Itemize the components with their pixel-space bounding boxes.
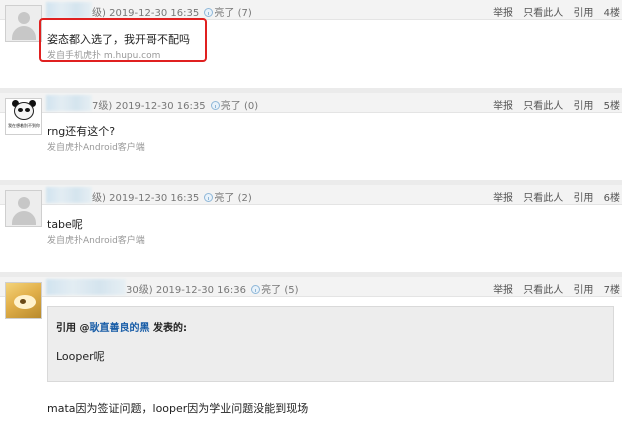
light-count: (5)	[284, 285, 299, 296]
post-content: tabe呢	[47, 218, 83, 231]
post-header: 级) 2019-12-30 16:35 亮了 (7) 举报 只看此人 引用 4楼	[0, 0, 622, 20]
quote-link[interactable]: 引用	[573, 8, 593, 19]
light-count: (0)	[243, 101, 259, 112]
username-blurred[interactable]	[46, 2, 92, 18]
post-source[interactable]: 发自虎扑Android客户端	[47, 233, 145, 246]
user-level: 级)	[92, 193, 106, 204]
default-avatar-icon[interactable]	[5, 190, 42, 227]
post-actions: 举报 只看此人 引用 6楼	[486, 189, 620, 204]
post-meta: 级) 2019-12-30 16:35 亮了 (7)	[92, 4, 252, 19]
avatar-caption: 我在想着别不到你	[8, 123, 40, 128]
report-link[interactable]: 举报	[493, 285, 513, 296]
light-icon[interactable]	[204, 193, 214, 202]
report-link[interactable]: 举报	[493, 101, 513, 112]
quote-header: 引用 @耿直善良的黑 发表的:	[56, 319, 187, 334]
floor-number: 6楼	[603, 193, 620, 204]
light-icon[interactable]	[210, 101, 220, 110]
quote-link[interactable]: 引用	[573, 285, 593, 296]
light-button[interactable]: 亮了	[214, 8, 234, 19]
only-this-user-link[interactable]: 只看此人	[523, 101, 563, 112]
quote-prefix: 引用 @	[56, 323, 90, 334]
post-content: rng还有这个?	[47, 125, 116, 138]
user-level: 30级)	[126, 285, 153, 296]
post-meta: 级) 2019-12-30 16:35 亮了 (2)	[92, 189, 252, 204]
post-source[interactable]: 发自虎扑Android客户端	[47, 140, 145, 153]
light-button[interactable]: 亮了	[261, 285, 281, 296]
quote-suffix: 发表的:	[149, 323, 187, 334]
post-floor-4: 级) 2019-12-30 16:35 亮了 (7) 举报 只看此人 引用 4楼…	[0, 0, 622, 93]
post-date: 2019-12-30 16:35	[109, 193, 200, 204]
post-actions: 举报 只看此人 引用 4楼	[486, 4, 620, 19]
post-header: 级) 2019-12-30 16:35 亮了 (2) 举报 只看此人 引用 6楼	[0, 185, 622, 205]
light-count: (7)	[237, 8, 252, 19]
post-meta: 7级) 2019-12-30 16:35 亮了 (0)	[92, 97, 258, 112]
only-this-user-link[interactable]: 只看此人	[523, 193, 563, 204]
username-blurred[interactable]	[46, 279, 126, 295]
floor-number: 4楼	[603, 8, 620, 19]
light-count: (2)	[237, 193, 252, 204]
floor-number: 7楼	[603, 285, 620, 296]
post-date: 2019-12-30 16:35	[115, 101, 206, 112]
floor-number: 5楼	[603, 101, 620, 112]
light-button[interactable]: 亮了	[221, 101, 241, 112]
light-icon[interactable]	[204, 8, 214, 17]
highlight-box	[39, 18, 207, 62]
post-date: 2019-12-30 16:36	[155, 285, 246, 296]
post-floor-5: 7级) 2019-12-30 16:35 亮了 (0) 举报 只看此人 引用 5…	[0, 93, 622, 183]
username-blurred[interactable]	[46, 95, 92, 111]
post-actions: 举报 只看此人 引用 5楼	[486, 97, 620, 112]
post-content: mata因为签证问题，looper因为学业问题没能到现场	[47, 402, 309, 415]
post-meta: 30级) 2019-12-30 16:36 亮了 (5)	[126, 281, 299, 296]
quote-block: 引用 @耿直善良的黑 发表的: Looper呢	[47, 306, 614, 382]
quote-body: Looper呢	[56, 350, 105, 363]
quote-link[interactable]: 引用	[573, 193, 593, 204]
light-icon[interactable]	[251, 285, 261, 294]
post-floor-6: 级) 2019-12-30 16:35 亮了 (2) 举报 只看此人 引用 6楼…	[0, 185, 622, 275]
username-blurred[interactable]	[46, 187, 92, 203]
report-link[interactable]: 举报	[493, 8, 513, 19]
post-header: 30级) 2019-12-30 16:36 亮了 (5) 举报 只看此人 引用 …	[0, 277, 622, 297]
post-actions: 举报 只看此人 引用 7楼	[486, 281, 620, 296]
quote-link[interactable]: 引用	[573, 101, 593, 112]
only-this-user-link[interactable]: 只看此人	[523, 8, 563, 19]
quoted-user-link[interactable]: 耿直善良的黑	[89, 323, 149, 334]
only-this-user-link[interactable]: 只看此人	[523, 285, 563, 296]
post-header: 7级) 2019-12-30 16:35 亮了 (0) 举报 只看此人 引用 5…	[0, 93, 622, 113]
report-link[interactable]: 举报	[493, 193, 513, 204]
panda-meme-avatar-icon[interactable]: 我在想着别不到你	[5, 98, 42, 135]
photo-avatar-icon[interactable]	[5, 282, 42, 319]
light-button[interactable]: 亮了	[214, 193, 234, 204]
default-avatar-icon[interactable]	[5, 5, 42, 42]
user-level: 7级)	[92, 101, 113, 112]
